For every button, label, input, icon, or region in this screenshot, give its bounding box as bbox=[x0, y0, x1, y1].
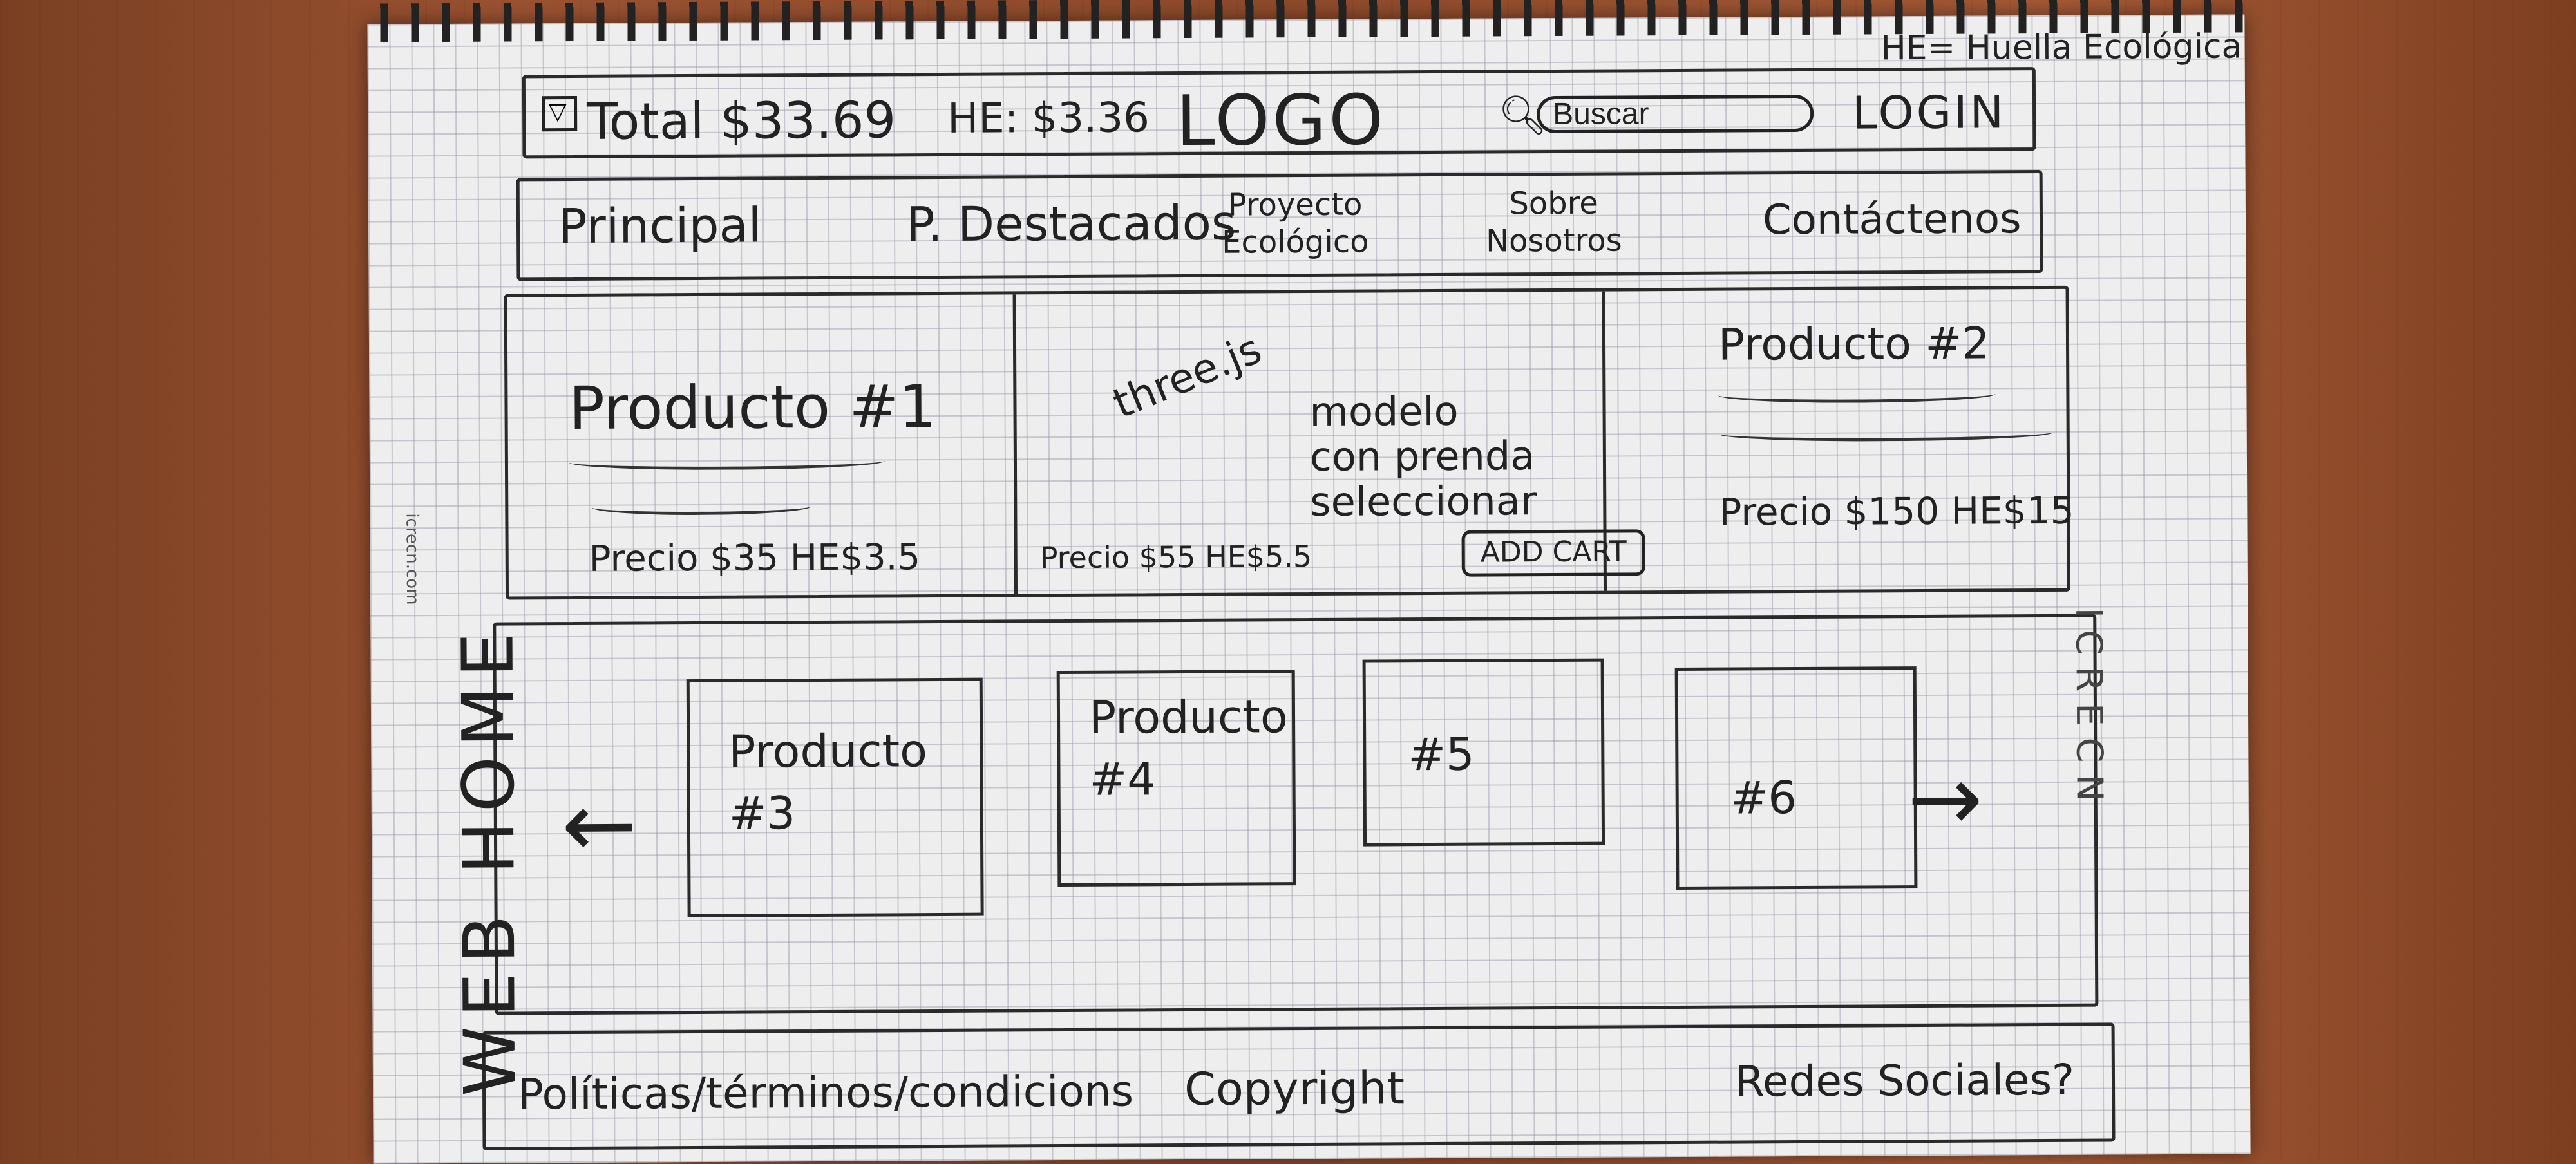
nav-item-sobre-nosotros[interactable]: Sobre Nosotros bbox=[1486, 184, 1622, 259]
logo[interactable]: LOGO bbox=[1176, 80, 1387, 162]
featured-price: Precio $55 HE$5.5 bbox=[1039, 538, 1312, 576]
cart-total: Total $33.69 bbox=[586, 91, 896, 151]
product1-title[interactable]: Producto #1 bbox=[569, 372, 936, 443]
footer-social-links[interactable]: Redes Sociales? bbox=[1735, 1055, 2074, 1107]
brand-url: icrecn.com bbox=[402, 513, 422, 605]
card-label: #6 bbox=[1730, 771, 1797, 825]
product1-desc-line bbox=[592, 498, 811, 516]
card-label: Producto #4 bbox=[1088, 690, 1288, 806]
product2-desc-line bbox=[1718, 386, 1996, 404]
header-bar: Total $33.69 HE: $3.36 LOGO 🔍︎ Buscar LO… bbox=[522, 67, 2036, 162]
carousel-card-4[interactable]: Producto #4 bbox=[1056, 670, 1296, 887]
carousel-card-5[interactable]: #5 bbox=[1362, 658, 1605, 847]
side-page-title: WEB HOME bbox=[446, 623, 532, 1097]
nav-item-contactenos[interactable]: Contáctenos bbox=[1763, 195, 2022, 244]
product1-price: Precio $35 HE$3.5 bbox=[589, 536, 921, 580]
card-label: #5 bbox=[1408, 727, 1475, 782]
search-input[interactable]: Buscar bbox=[1536, 94, 1814, 134]
cart-icon[interactable] bbox=[541, 95, 578, 132]
header-note: HE= Huella Ecológica bbox=[1880, 27, 2242, 68]
login-link[interactable]: LOGIN bbox=[1852, 86, 2006, 139]
hero-divider-1 bbox=[1012, 294, 1018, 594]
carousel-prev-arrow[interactable]: ← bbox=[561, 773, 637, 878]
notebook-page: HE= Huella Ecológica Total $33.69 HE: $3… bbox=[367, 0, 2251, 1164]
product2-desc-line bbox=[1718, 424, 2054, 442]
footer-copyright: Copyright bbox=[1184, 1062, 1405, 1116]
cart-he: HE: $3.36 bbox=[947, 94, 1150, 143]
brand-watermark: ICRECN bbox=[2067, 607, 2110, 813]
add-cart-button[interactable]: ADD CART bbox=[1461, 529, 1645, 577]
carousel-next-arrow[interactable]: → bbox=[1907, 747, 1983, 852]
product-carousel: ← Producto #3 Producto #4 #5 #6 → bbox=[493, 614, 2099, 1015]
carousel-card-6[interactable]: #6 bbox=[1674, 666, 1918, 890]
nav-item-proyecto-ecologico[interactable]: Proyecto Ecológico bbox=[1222, 186, 1369, 261]
threejs-label: three.js bbox=[1106, 325, 1269, 429]
card-label: Producto #3 bbox=[728, 724, 928, 840]
footer-policies-link[interactable]: Políticas/términos/condicions bbox=[518, 1066, 1133, 1119]
footer: Políticas/términos/condicions Copyright … bbox=[482, 1022, 2116, 1150]
nav-item-principal[interactable]: Principal bbox=[558, 198, 762, 254]
product2-price: Precio $150 HE$15 bbox=[1719, 488, 2074, 534]
nav-bar: Principal P. Destacados Proyecto Ecológi… bbox=[516, 170, 2043, 281]
threejs-model-text: modelo con prenda seleccionar bbox=[1309, 387, 1537, 525]
product1-desc-line bbox=[569, 453, 886, 471]
carousel-card-3[interactable]: Producto #3 bbox=[686, 677, 984, 918]
hero-section: Producto #1 Precio $35 HE$3.5 three.js m… bbox=[504, 285, 2074, 600]
nav-item-destacados[interactable]: P. Destacados bbox=[906, 196, 1236, 253]
product2-title[interactable]: Producto #2 bbox=[1718, 318, 1990, 370]
